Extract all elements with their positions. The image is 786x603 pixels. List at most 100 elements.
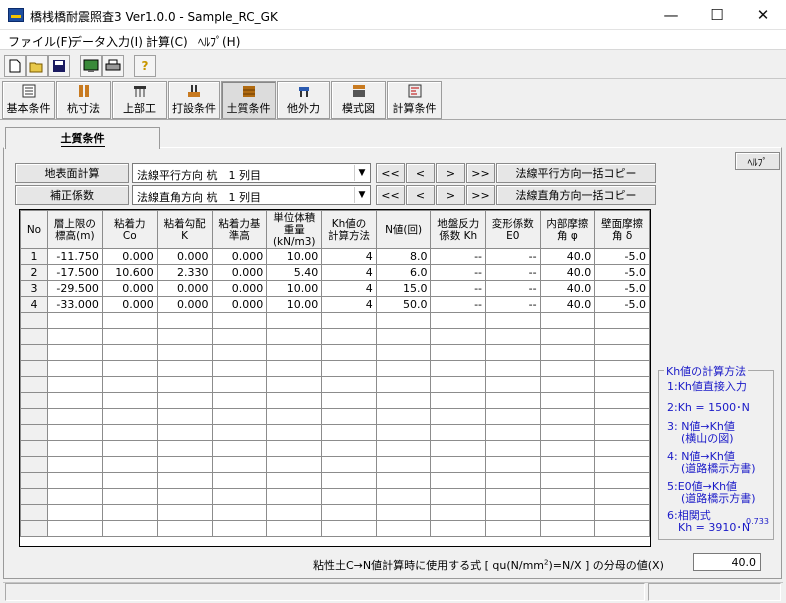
table-cell[interactable] [539,328,596,345]
table-cell[interactable]: 40.0 [539,248,596,265]
nav-first-button[interactable]: << [376,163,405,183]
table-row[interactable]: 4 -33.000 0.000 0.000 0.000 10.00 4 50.0 -- -- 40.… [20,296,650,313]
table-cell[interactable] [211,488,268,505]
table-cell[interactable] [539,424,596,441]
table-cell[interactable]: 40.0 [539,280,596,297]
tab-pile-dimensions[interactable]: 杭寸法 [56,81,111,119]
table-cell[interactable] [485,520,541,537]
table-cell[interactable]: -5.0 [594,248,650,265]
table-cell[interactable] [375,440,432,457]
ground-surface-calc-button[interactable]: 地表面計算 [15,163,129,183]
table-cell[interactable] [46,328,103,345]
table-cell[interactable] [485,408,541,425]
table-row-empty[interactable] [20,408,650,425]
table-cell[interactable] [485,456,541,473]
table-cell[interactable] [539,472,596,489]
perpendicular-bulk-copy-button[interactable]: 法線直角方向一括コピー [496,185,656,205]
table-row[interactable]: 1 -11.750 0.000 0.000 0.000 10.00 4 8.0 -- -- 40.0… [20,248,650,265]
table-cell[interactable] [46,392,103,409]
table-cell[interactable] [211,328,268,345]
table-cell[interactable] [211,504,268,521]
table-row-empty[interactable] [20,312,650,329]
menu-calc[interactable]: 計算(C) [146,33,188,50]
table-cell[interactable] [211,456,268,473]
table-cell[interactable] [46,456,103,473]
table-cell[interactable] [430,456,487,473]
table-cell[interactable] [266,488,323,505]
table-cell[interactable] [485,376,541,393]
table-cell[interactable] [430,312,487,329]
help-question-icon[interactable]: ? [134,55,156,77]
table-cell[interactable]: -- [485,264,541,281]
table-cell[interactable] [266,456,323,473]
parallel-pile-select[interactable]: 法線平行方向 杭 1 列目 ▼ [132,163,371,183]
table-cell[interactable]: 4 [321,264,377,281]
table-cell[interactable]: -- [430,296,487,313]
table-cell[interactable]: -- [485,248,541,265]
table-cell[interactable] [321,376,377,393]
table-cell[interactable] [266,328,323,345]
table-cell[interactable] [156,504,213,521]
table-cell[interactable] [211,472,268,489]
table-cell[interactable] [539,408,596,425]
table-cell[interactable]: 40.0 [539,296,596,313]
table-cell[interactable] [430,520,487,537]
table-cell[interactable] [539,456,596,473]
table-cell[interactable] [156,520,213,537]
preview-icon[interactable] [80,55,102,77]
table-cell[interactable] [211,392,268,409]
table-cell[interactable] [156,424,213,441]
table-cell[interactable] [156,456,213,473]
table-cell[interactable] [430,472,487,489]
table-cell[interactable] [594,472,650,489]
table-cell[interactable] [101,328,158,345]
table-cell[interactable] [101,376,158,393]
table-cell[interactable] [539,504,596,521]
table-cell[interactable] [101,456,158,473]
table-cell[interactable] [266,360,323,377]
table-cell[interactable] [375,424,432,441]
table-cell[interactable] [375,328,432,345]
table-cell[interactable] [485,344,541,361]
table-cell[interactable] [156,488,213,505]
table-cell[interactable] [375,472,432,489]
tab-installation-conditions[interactable]: 打設条件 [168,81,220,119]
tab-basic-conditions[interactable]: 基本条件 [2,81,55,119]
table-cell[interactable] [46,520,103,537]
table-row-empty[interactable] [20,376,650,393]
table-cell[interactable]: 15.0 [375,280,432,297]
table-cell[interactable] [594,520,650,537]
minimize-button[interactable]: — [648,0,694,30]
table-cell[interactable] [321,424,377,441]
table-cell[interactable]: -- [485,296,541,313]
table-cell[interactable]: -- [485,280,541,297]
table-cell[interactable] [375,344,432,361]
menu-data-input[interactable]: データ入力(I) [70,33,143,50]
table-cell[interactable] [594,312,650,329]
print-icon[interactable] [102,55,124,77]
table-cell[interactable] [211,424,268,441]
table-cell[interactable] [430,328,487,345]
table-cell[interactable] [101,472,158,489]
table-cell[interactable]: 0.000 [101,248,158,265]
table-cell[interactable] [321,408,377,425]
table-cell[interactable]: -- [430,280,487,297]
table-cell[interactable] [321,472,377,489]
table-cell[interactable] [321,440,377,457]
table-cell[interactable] [156,376,213,393]
table-row-empty[interactable] [20,344,650,361]
table-cell[interactable] [46,488,103,505]
table-cell[interactable] [539,376,596,393]
table-row-empty[interactable] [20,360,650,377]
table-cell[interactable] [211,312,268,329]
table-cell[interactable] [266,408,323,425]
table-cell[interactable] [375,408,432,425]
table-cell[interactable] [321,520,377,537]
table-cell[interactable]: -33.000 [46,296,103,313]
tab-superstructure[interactable]: 上部工 [112,81,167,119]
table-cell[interactable]: 0.000 [101,280,158,297]
table-cell[interactable]: -- [430,248,487,265]
table-cell[interactable] [321,392,377,409]
table-cell[interactable] [46,424,103,441]
tab-other-external-forces[interactable]: 他外力 [277,81,330,119]
